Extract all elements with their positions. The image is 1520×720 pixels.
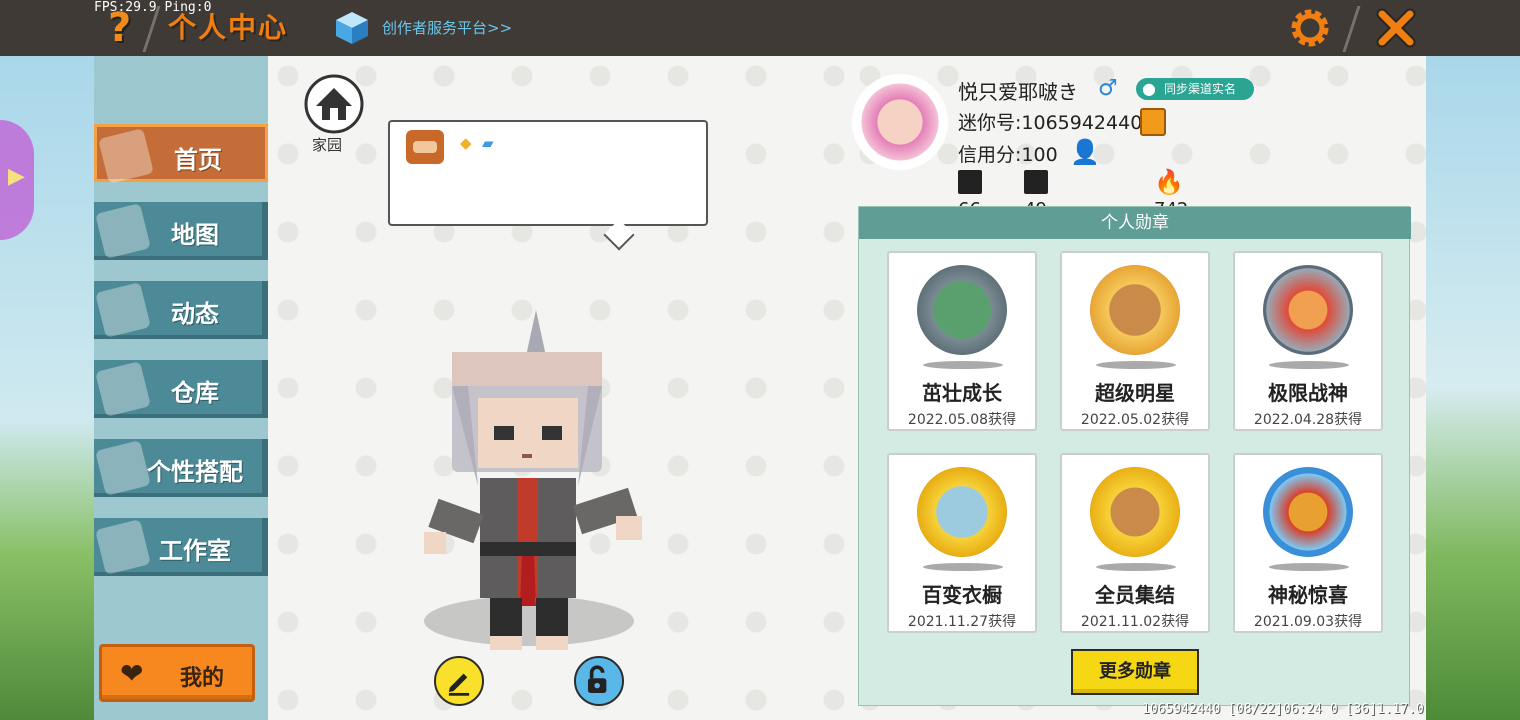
close-icon[interactable]: [1372, 4, 1420, 52]
medal-card[interactable]: 神秘惊喜 2021.09.03获得: [1233, 453, 1383, 633]
profile-panel: 悦只爱耶啵き ♂ 同步渠道实名 迷你号:1065942440 信用分:100 👤…: [850, 56, 1426, 720]
sidebar-item-label: 个性搭配: [147, 458, 243, 486]
medal-date: 2022.05.08获得: [907, 412, 1017, 428]
medal-shadow: [923, 361, 1003, 369]
medal-shadow: [923, 563, 1003, 571]
sidebar-item-feed[interactable]: 动态: [94, 281, 268, 339]
character-avatar[interactable]: [418, 306, 648, 656]
fans-icon: [1024, 170, 1048, 194]
stat-bookmark[interactable]: 66: [958, 168, 990, 220]
sidebar-item-label: 首页: [174, 146, 222, 174]
sidebar-item-warehouse[interactable]: 仓库: [94, 360, 268, 418]
medal-name: 超级明星: [1095, 381, 1175, 405]
homestead-icon[interactable]: [304, 74, 364, 134]
sidebar-item-studio[interactable]: 工作室: [94, 518, 268, 576]
cube-icon[interactable]: [334, 10, 370, 46]
avatar-mini: [406, 130, 444, 164]
sidebar-item-home[interactable]: 首页: [94, 124, 268, 184]
medal-name: 神秘惊喜: [1268, 583, 1348, 607]
username: 悦只爱耶啵き: [958, 80, 1078, 104]
credit-score: 信用分:100: [958, 144, 1058, 166]
medal-shadow: [1269, 563, 1349, 571]
medal-card[interactable]: 极限战神 2022.04.28获得: [1233, 251, 1383, 431]
medal-date: 2021.11.02获得: [1080, 614, 1190, 630]
mine-button[interactable]: ❤ 我的: [99, 644, 255, 702]
medal-date: 2021.11.27获得: [907, 614, 1017, 630]
divider: [1342, 6, 1361, 52]
medal-growth-icon: [917, 265, 1007, 355]
realname-sync-badge[interactable]: 同步渠道实名: [1136, 78, 1254, 100]
sidebar-item-map[interactable]: 地图: [94, 202, 268, 260]
sidebar-item-outfit[interactable]: 个性搭配: [94, 439, 268, 497]
sidebar-nav: 首页 地图 动态 仓库 个性搭配 工作室 ❤ 我的: [94, 56, 268, 720]
sidebar-item-label: 地图: [171, 221, 219, 249]
stat-fans[interactable]: 49: [1024, 168, 1056, 220]
background-scenery-right: [1426, 56, 1520, 720]
sidebar-item-label: 工作室: [159, 537, 231, 565]
mini-id: 迷你号:1065942440: [958, 112, 1143, 134]
copy-icon[interactable]: [1140, 108, 1166, 136]
top-bar: FPS:29.9 Ping:0 ? 个人中心 创作者服务平台>>: [0, 0, 1520, 56]
medal-date: 2021.09.03获得: [1253, 614, 1363, 630]
male-icon: ♂: [1098, 76, 1118, 101]
medal-gift-icon: [1263, 467, 1353, 557]
character-area: 家园 ◆ ▰: [268, 56, 850, 720]
medal-name: 茁壮成长: [922, 381, 1002, 405]
medal-star-icon: [1090, 265, 1180, 355]
medal-card[interactable]: 超级明星 2022.05.02获得: [1060, 251, 1210, 431]
medal-shadow: [1096, 361, 1176, 369]
medal-card[interactable]: 茁壮成长 2022.05.08获得: [887, 251, 1037, 431]
creator-platform-link[interactable]: 创作者服务平台>>: [382, 17, 512, 38]
heart-icon: ❤: [120, 657, 144, 690]
medal-card[interactable]: 百变衣橱 2021.11.27获得: [887, 453, 1037, 633]
more-medals-button[interactable]: 更多勋章: [1071, 649, 1199, 695]
edit-signature-button[interactable]: [434, 656, 484, 706]
stat-heat[interactable]: 🔥742: [1154, 168, 1192, 220]
question-icon[interactable]: ?: [108, 4, 142, 52]
medal-card[interactable]: 全员集结 2021.11.02获得: [1060, 453, 1210, 633]
medal-name: 百变衣橱: [922, 583, 1002, 607]
gear-icon[interactable]: [1286, 4, 1334, 52]
arrow-right-icon: ▶: [8, 164, 25, 189]
avatar[interactable]: [852, 74, 948, 170]
medal-date: 2022.05.02获得: [1080, 412, 1190, 428]
vip-badge-icon: ▰: [482, 134, 494, 152]
signature-bubble[interactable]: ◆ ▰: [388, 120, 708, 226]
medal-date: 2022.04.28获得: [1253, 412, 1363, 428]
medal-shadow: [1269, 361, 1349, 369]
sidebar-item-label: 仓库: [171, 379, 219, 407]
medal-shadow: [1096, 563, 1176, 571]
build-info: 1065942440 [08/22]06:24 0 [36]1.17.0: [1142, 702, 1424, 717]
diamond-icon: ◆: [460, 134, 472, 152]
medal-name: 全员集结: [1095, 583, 1175, 607]
credit-user-icon[interactable]: 👤: [1070, 138, 1100, 166]
side-expand-arrow[interactable]: ▶: [0, 120, 34, 240]
homestead-label: 家园: [312, 136, 343, 154]
medals-panel: 个人勋章 茁壮成长 2022.05.08获得 超级明星 2022.05.02获得…: [858, 206, 1411, 706]
medal-boss-icon: [1263, 265, 1353, 355]
medals-header: 个人勋章: [859, 207, 1411, 239]
page-title: 个人中心: [168, 11, 289, 44]
lock-button[interactable]: [574, 656, 624, 706]
lock-icon: [587, 665, 607, 693]
sidebar-item-label: 动态: [171, 300, 219, 328]
medal-assemble-icon: [1090, 467, 1180, 557]
fire-icon: 🔥: [1154, 168, 1184, 196]
medal-name: 极限战神: [1268, 381, 1348, 405]
bookmark-plus-icon: [958, 170, 982, 194]
medal-wardrobe-icon: [917, 467, 1007, 557]
mine-label: 我的: [180, 666, 225, 691]
pencil-icon: [448, 673, 470, 696]
